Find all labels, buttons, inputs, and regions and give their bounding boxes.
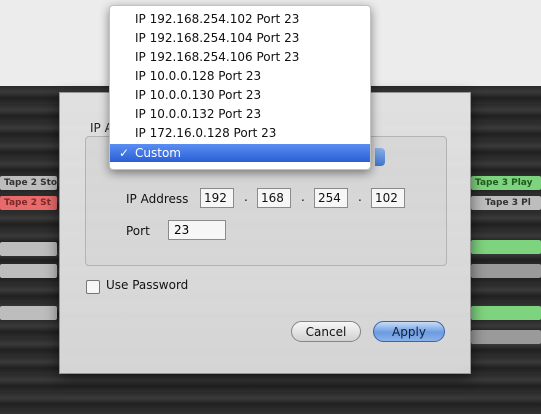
host-popup-menu: IP 192.168.254.102 Port 23 IP 192.168.25… <box>109 5 371 170</box>
background-strip <box>0 264 57 278</box>
background-strip <box>471 330 541 344</box>
tape-3-status-strip[interactable]: Tape 3 Pl <box>471 196 541 210</box>
background-strip <box>471 240 541 254</box>
use-password-checkbox[interactable] <box>86 280 100 294</box>
ip-separator: . <box>301 190 305 204</box>
apply-button[interactable]: Apply <box>373 321 445 342</box>
tape-3-play-strip[interactable]: Tape 3 Play <box>471 176 541 190</box>
ip-octet-4-field[interactable]: 102 <box>371 188 405 208</box>
cancel-button[interactable]: Cancel <box>291 321 361 342</box>
menu-item-host[interactable]: IP 172.16.0.128 Port 23 <box>110 124 370 142</box>
ip-octet-1-field[interactable]: 192 <box>200 188 234 208</box>
menu-item-host[interactable]: IP 192.168.254.106 Port 23 <box>110 48 370 66</box>
checkmark-icon: ✓ <box>119 146 130 160</box>
menu-item-custom[interactable]: ✓ Custom <box>110 144 370 162</box>
background-strip <box>0 242 57 256</box>
background-strip <box>471 264 541 278</box>
menu-item-host[interactable]: IP 10.0.0.128 Port 23 <box>110 67 370 85</box>
ip-address-label: IP Address <box>126 192 189 206</box>
tape-2-status-strip[interactable]: Tape 2 St <box>0 196 57 210</box>
menu-item-host[interactable]: IP 10.0.0.132 Port 23 <box>110 105 370 123</box>
background-strip <box>0 306 57 320</box>
ip-octet-2-field[interactable]: 168 <box>257 188 291 208</box>
ip-separator: . <box>358 190 362 204</box>
menu-item-host[interactable]: IP 192.168.254.102 Port 23 <box>110 10 370 28</box>
ip-octet-3-field[interactable]: 254 <box>314 188 348 208</box>
popup-button-arrow[interactable] <box>375 148 385 166</box>
tape-2-stop-strip[interactable]: Tape 2 Stop <box>0 176 57 190</box>
menu-item-custom-label: Custom <box>135 146 181 160</box>
port-field[interactable]: 23 <box>168 220 226 240</box>
menu-item-host[interactable]: IP 192.168.254.104 Port 23 <box>110 29 370 47</box>
background-strip <box>471 306 541 320</box>
port-label: Port <box>126 224 150 238</box>
menu-item-host[interactable]: IP 10.0.0.130 Port 23 <box>110 86 370 104</box>
ip-separator: . <box>244 190 248 204</box>
use-password-label[interactable]: Use Password <box>106 278 188 292</box>
